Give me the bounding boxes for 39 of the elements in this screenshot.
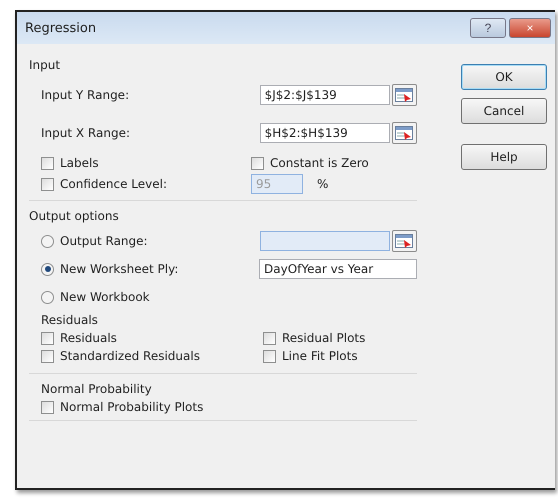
section-heading: Normal Probability: [40, 382, 153, 396]
radio-button[interactable]: [41, 290, 54, 304]
radio-button[interactable]: [41, 262, 54, 276]
checkbox[interactable]: [41, 350, 54, 362]
field-label: Input Y Range:: [41, 88, 130, 102]
dialog-button[interactable]: Cancel: [461, 98, 547, 124]
checkbox-label: Constant is Zero: [270, 156, 369, 170]
checkbox[interactable]: [251, 156, 264, 170]
checkbox-label: Labels: [60, 156, 99, 170]
field-label: Input X Range:: [41, 126, 131, 140]
checkbox[interactable]: [41, 156, 54, 170]
radio-button[interactable]: [41, 234, 54, 248]
checkbox-label: Standardized Residuals: [60, 349, 200, 363]
range-picker-button[interactable]: [392, 84, 417, 106]
window-title: Regression: [25, 20, 98, 36]
radio-label: Output Range:: [60, 234, 148, 248]
section-heading: Input: [29, 58, 62, 72]
checkbox[interactable]: [263, 350, 276, 362]
dialog-button[interactable]: OK: [461, 64, 547, 90]
range-picker-button[interactable]: [392, 230, 417, 252]
checkbox[interactable]: [263, 332, 276, 344]
output-field[interactable]: DayOfYear vs Year: [259, 259, 417, 279]
unit-label: %: [317, 177, 328, 191]
checkbox-label: Confidence Level:: [60, 177, 168, 191]
dialog-button[interactable]: Help: [461, 144, 547, 170]
range-field[interactable]: $J$2:$J$139: [260, 85, 390, 105]
range-picker-button[interactable]: [392, 122, 417, 144]
radio-label: New Workbook: [60, 290, 150, 304]
section-heading: Output options: [29, 209, 120, 223]
checkbox-label: Line Fit Plots: [282, 349, 358, 363]
checkbox[interactable]: [41, 332, 54, 344]
section-heading: Residuals: [40, 313, 99, 327]
help-button[interactable]: ?: [470, 18, 506, 38]
checkbox[interactable]: [41, 400, 54, 414]
checkbox-label: Residual Plots: [282, 331, 366, 345]
radio-label: New Worksheet Ply:: [60, 262, 178, 276]
checkbox-label: Normal Probability Plots: [60, 400, 204, 414]
range-field[interactable]: $H$2:$H$139: [260, 123, 390, 143]
checkbox-label: Residuals: [60, 331, 117, 345]
